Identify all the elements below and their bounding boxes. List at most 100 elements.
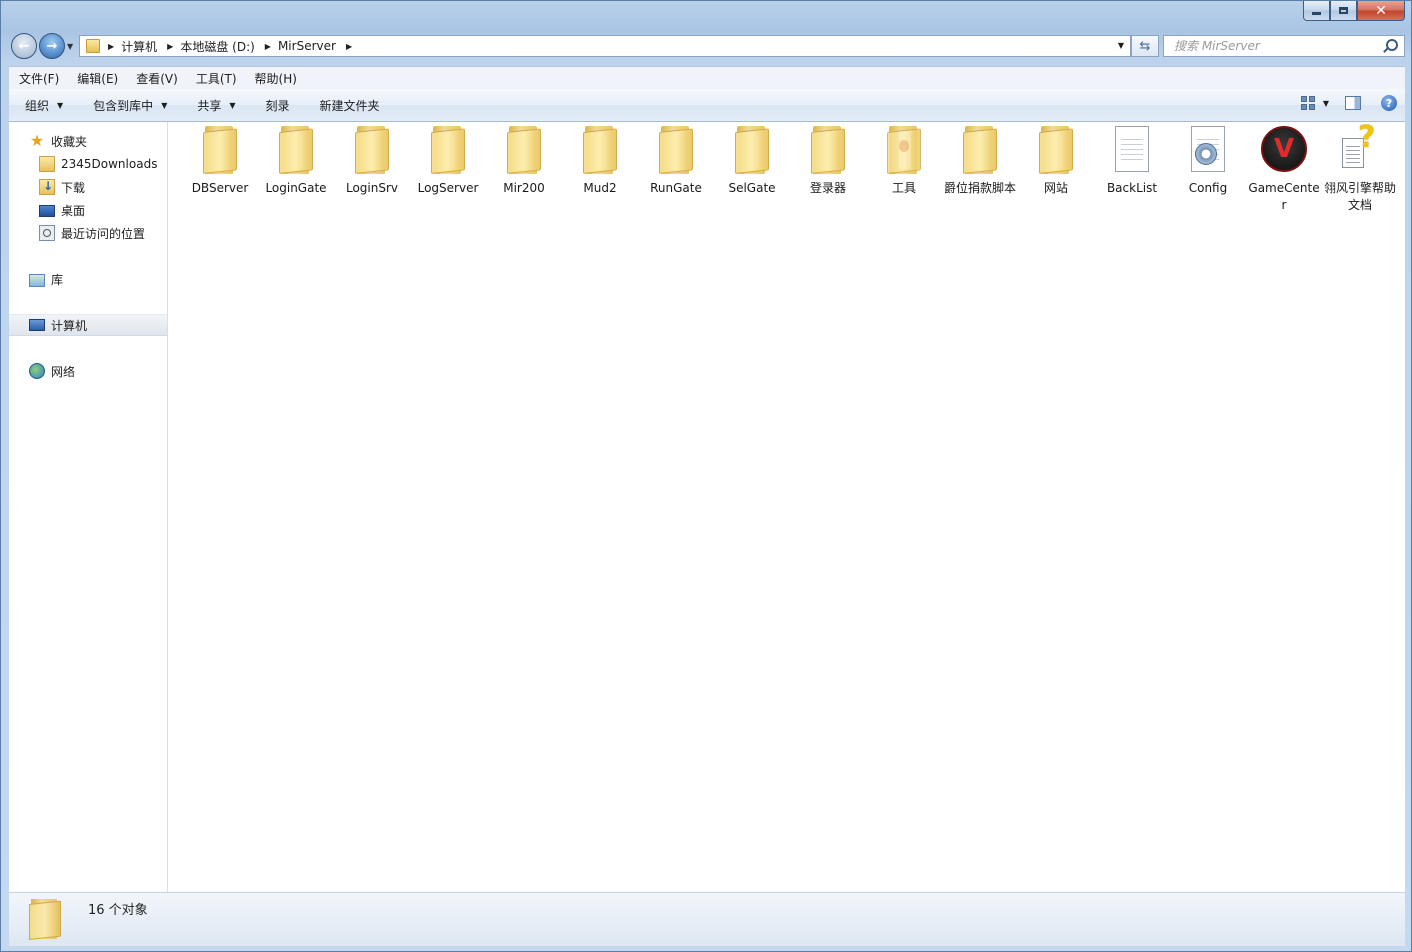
- sidebar-item-label: 收藏夹: [51, 134, 88, 149]
- arrow-right-icon: →: [46, 38, 58, 54]
- breadcrumb-computer[interactable]: 计算机: [121, 38, 157, 55]
- back-button[interactable]: ←: [11, 33, 37, 59]
- preview-pane-icon[interactable]: [1345, 96, 1361, 110]
- chevron-down-icon: ▼: [229, 100, 236, 110]
- menu-edit[interactable]: 编辑(E): [67, 70, 126, 87]
- file-name: LoginSrv: [345, 181, 399, 195]
- folder-icon: [735, 126, 769, 174]
- network-icon: [29, 363, 45, 379]
- file-name: RunGate: [650, 181, 702, 195]
- file-name: LogServer: [417, 181, 479, 195]
- file-name: 网站: [1043, 181, 1068, 195]
- forward-button[interactable]: →: [39, 33, 65, 59]
- folder-icon: [203, 126, 237, 174]
- menu-tools[interactable]: 工具(T): [186, 70, 245, 87]
- chevron-right-icon[interactable]: ▶: [167, 42, 173, 51]
- file-item[interactable]: LoginGate: [258, 126, 334, 216]
- desktop-icon: [39, 205, 55, 217]
- file-item[interactable]: Config: [1170, 126, 1246, 216]
- config-file-icon: [1191, 126, 1225, 172]
- library-icon: [29, 273, 45, 287]
- address-bar[interactable]: ▶ 计算机 ▶ 本地磁盘 (D:) ▶ MirServer ▶ ▼: [79, 35, 1131, 57]
- folder-icon: [1039, 126, 1073, 174]
- close-icon: ✕: [1375, 2, 1387, 19]
- folder-icon: [355, 126, 389, 174]
- sidebar-item-label: 最近访问的位置: [61, 226, 146, 241]
- computer-icon: [29, 319, 45, 331]
- sidebar-item-computer[interactable]: 计算机: [9, 314, 167, 336]
- file-item[interactable]: Mud2: [562, 126, 638, 216]
- help-icon[interactable]: ?: [1381, 95, 1397, 111]
- file-item[interactable]: 登录器: [790, 126, 866, 216]
- chevron-right-icon[interactable]: ▶: [265, 42, 271, 51]
- search-icon[interactable]: [1386, 39, 1398, 51]
- command-bar: 组织 ▼ 包含到库中 ▼ 共享 ▼ 刻录 新建文件夹 ▼ ?: [9, 89, 1405, 122]
- file-item[interactable]: BackList: [1094, 126, 1170, 216]
- address-dropdown-icon[interactable]: ▼: [1118, 41, 1124, 50]
- view-options-icon[interactable]: [1300, 96, 1315, 110]
- sidebar-item-2345downloads[interactable]: 2345Downloads: [9, 153, 167, 175]
- minimize-button[interactable]: [1303, 1, 1330, 21]
- maximize-button[interactable]: [1330, 1, 1357, 21]
- menu-file[interactable]: 文件(F): [9, 70, 67, 87]
- file-name: LoginGate: [265, 181, 327, 195]
- organize-label: 组织: [25, 98, 50, 113]
- sidebar-item-downloads[interactable]: 下载: [9, 176, 167, 198]
- share-button[interactable]: 共享 ▼: [181, 97, 249, 114]
- navigation-pane: ★ 收藏夹 2345Downloads 下载 桌面 最近访问的位置 库 计算机: [9, 122, 168, 892]
- file-item[interactable]: LoginSrv: [334, 126, 410, 216]
- sidebar-item-network[interactable]: 网络: [9, 360, 167, 382]
- chevron-down-icon[interactable]: ▼: [1323, 99, 1329, 108]
- file-name: BackList: [1106, 181, 1158, 195]
- sidebar-item-desktop[interactable]: 桌面: [9, 199, 167, 221]
- file-item[interactable]: SelGate: [714, 126, 790, 216]
- arrow-left-icon: ←: [18, 38, 30, 54]
- close-button[interactable]: ✕: [1357, 1, 1405, 21]
- sidebar-item-favorites[interactable]: ★ 收藏夹: [9, 130, 167, 152]
- sidebar-item-libraries[interactable]: 库: [9, 268, 167, 290]
- organize-button[interactable]: 组织 ▼: [9, 97, 77, 114]
- chevron-right-icon[interactable]: ▶: [346, 42, 352, 51]
- menu-help[interactable]: 帮助(H): [245, 70, 305, 87]
- folder-icon: [431, 126, 465, 174]
- new-folder-button[interactable]: 新建文件夹: [304, 97, 394, 114]
- folder-icon: [279, 126, 313, 174]
- star-icon: ★: [29, 131, 45, 150]
- downloads-folder-icon: [39, 179, 55, 195]
- file-name: SelGate: [728, 181, 776, 195]
- folder-icon: [29, 899, 63, 941]
- file-item[interactable]: ? 翎风引擎帮助文档: [1322, 120, 1398, 216]
- share-label: 共享: [197, 98, 222, 113]
- breadcrumb-mirserver[interactable]: MirServer: [278, 39, 336, 53]
- file-name: 登录器: [809, 181, 846, 195]
- file-item[interactable]: Mir200: [486, 126, 562, 216]
- burn-label: 刻录: [265, 98, 290, 113]
- sidebar-item-label: 计算机: [51, 318, 88, 333]
- search-box[interactable]: [1163, 35, 1405, 57]
- file-name: 翎风引擎帮助文档: [1323, 181, 1396, 212]
- recent-pages-dropdown[interactable]: ▼: [67, 42, 73, 51]
- burn-button[interactable]: 刻录: [250, 97, 304, 114]
- file-item[interactable]: LogServer: [410, 126, 486, 216]
- help-file-icon: ?: [1338, 120, 1382, 172]
- sidebar-item-recent-places[interactable]: 最近访问的位置: [9, 222, 167, 244]
- chevron-right-icon[interactable]: ▶: [108, 42, 114, 51]
- file-item[interactable]: DBServer: [182, 126, 258, 216]
- file-item[interactable]: RunGate: [638, 126, 714, 216]
- file-item[interactable]: GameCenter: [1246, 126, 1322, 216]
- include-library-button[interactable]: 包含到库中 ▼: [77, 97, 181, 114]
- breadcrumb-drive[interactable]: 本地磁盘 (D:): [180, 38, 254, 55]
- menu-view[interactable]: 查看(V): [126, 70, 186, 87]
- maximize-icon: [1339, 7, 1348, 14]
- file-item[interactable]: 网站: [1018, 126, 1094, 216]
- text-file-icon: [1115, 126, 1149, 172]
- menu-bar: 文件(F) 编辑(E) 查看(V) 工具(T) 帮助(H): [9, 66, 1405, 90]
- include-library-label: 包含到库中: [93, 98, 154, 113]
- file-item[interactable]: 爵位捐款脚本: [942, 126, 1018, 216]
- refresh-button[interactable]: ⇆: [1131, 35, 1159, 57]
- file-item[interactable]: 工具: [866, 126, 942, 216]
- search-input[interactable]: [1172, 38, 1382, 54]
- folder-icon: [507, 126, 541, 174]
- sidebar-item-label: 下载: [61, 180, 86, 195]
- file-name: Mir200: [503, 181, 545, 195]
